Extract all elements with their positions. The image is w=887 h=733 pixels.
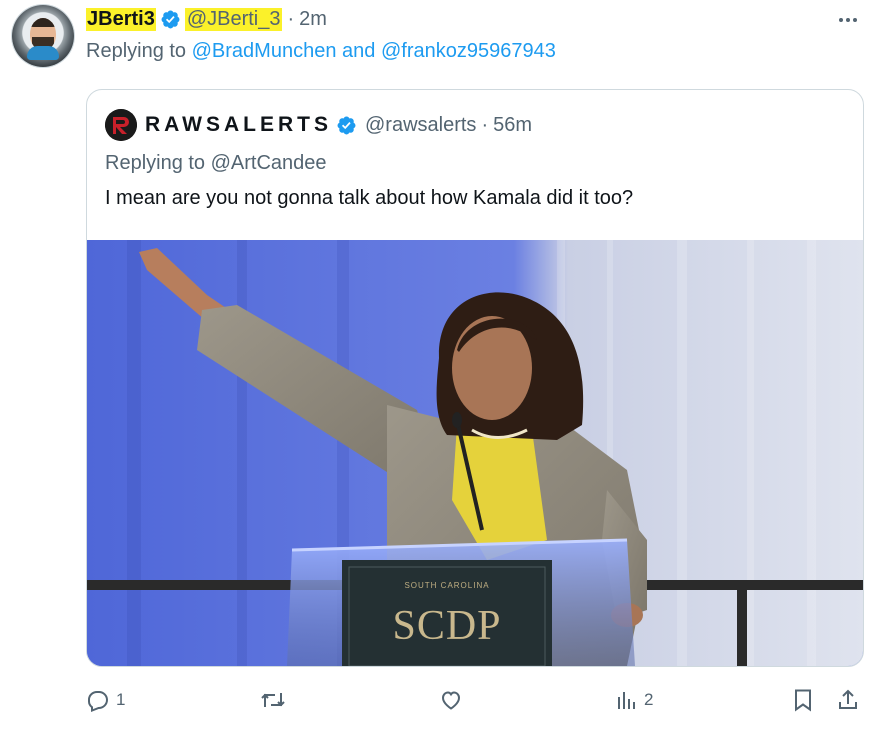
- quoted-media-image[interactable]: SOUTH CAROLINA SCDP: [87, 240, 863, 666]
- podium-sign-text: SCDP: [392, 603, 502, 649]
- quoted-timestamp[interactable]: 56m: [493, 114, 532, 137]
- mention-and[interactable]: and: [342, 40, 375, 62]
- quoted-header: RAWSALERTS @rawsalerts · 56m: [105, 108, 532, 142]
- quoted-author-name[interactable]: RAWSALERTS: [145, 113, 332, 137]
- mention-link-2[interactable]: @frankoz95967943: [381, 40, 556, 62]
- quoted-tweet-card[interactable]: RAWSALERTS @rawsalerts · 56m Replying to…: [86, 89, 864, 667]
- rawsalerts-logo-icon: [105, 109, 137, 141]
- quoted-author-handle[interactable]: @rawsalerts: [365, 114, 476, 137]
- reply-icon: [88, 691, 109, 712]
- verified-badge-icon: [161, 10, 180, 28]
- author-avatar[interactable]: [12, 5, 74, 67]
- quoted-avatar[interactable]: [105, 109, 137, 141]
- reply-button[interactable]: 1: [86, 684, 125, 716]
- quoted-replying-prefix: Replying to: [105, 152, 206, 174]
- quoted-verified-badge-icon: [337, 116, 356, 134]
- share-icon: [839, 689, 857, 709]
- replying-prefix: Replying to: [86, 40, 187, 62]
- replying-to-line: Replying to @BradMunchen and @frankoz959…: [86, 40, 556, 63]
- bookmark-button[interactable]: [792, 684, 814, 716]
- quoted-separator-dot: ·: [481, 113, 489, 136]
- reply-count: 1: [116, 690, 126, 709]
- repost-button[interactable]: [260, 684, 292, 716]
- mention-link-1[interactable]: @BradMunchen: [192, 40, 337, 62]
- quoted-replying-to-line: Replying to @ArtCandee: [105, 152, 327, 175]
- more-horizontal-icon[interactable]: [836, 8, 860, 32]
- bookmark-icon: [795, 689, 811, 712]
- author-handle[interactable]: @JBerti_3: [184, 7, 283, 31]
- share-button[interactable]: [836, 684, 860, 716]
- author-name[interactable]: JBerti3: [86, 7, 156, 31]
- views-count: 2: [644, 690, 654, 709]
- tweet-action-bar: 1 2: [86, 684, 862, 716]
- like-button[interactable]: [439, 684, 469, 716]
- quoted-mention-link[interactable]: @ArtCandee: [211, 152, 327, 174]
- avatar-hoodie: [27, 46, 59, 60]
- views-button[interactable]: 2: [616, 684, 653, 716]
- separator-dot: ·: [287, 7, 295, 30]
- svg-text:SOUTH CAROLINA: SOUTH CAROLINA: [404, 581, 489, 590]
- repost-icon: [261, 693, 285, 707]
- analytics-icon: [618, 692, 635, 709]
- tweet-header: JBerti3 @JBerti_3 · 2m: [86, 6, 327, 32]
- quoted-tweet-text: I mean are you not gonna talk about how …: [105, 187, 634, 209]
- heart-icon: [441, 691, 461, 710]
- tweet-timestamp[interactable]: 2m: [299, 8, 327, 31]
